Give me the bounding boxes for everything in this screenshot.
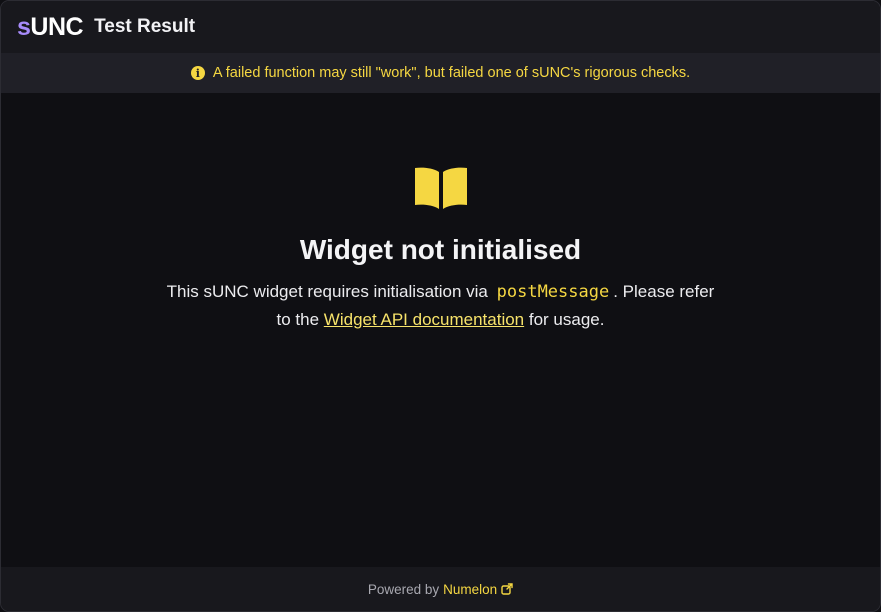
page-title: Test Result [94,16,196,37]
footer: Powered by Numelon [1,567,880,611]
logo-rest: UNC [30,12,84,41]
empty-state-description: This sUNC widget requires initialisation… [161,278,721,334]
widget-frame: sUNC Test Result i A failed function may… [0,0,881,612]
desc-text-1: This sUNC widget requires initialisation… [166,282,488,301]
empty-state-heading: Widget not initialised [299,234,582,265]
logo-prefix: s [17,12,31,41]
powered-by-label: Powered by [367,581,440,597]
sunc-logo: sUNC [17,12,84,42]
widget-api-docs-link[interactable]: Widget API documentation [324,310,524,329]
desc-text-3: for usage. [528,310,605,329]
book-open-icon [413,167,469,216]
main-content: Widget not initialised This sUNC widget … [1,93,880,567]
notice-text: A failed function may still "work", but … [212,65,691,81]
notice-banner: i A failed function may still "work", bu… [1,53,880,93]
external-link-icon[interactable] [501,583,513,595]
post-message-code: postMessage [496,282,610,302]
numelon-link[interactable]: Numelon [443,582,497,597]
header: sUNC Test Result [1,1,880,53]
info-icon: i [190,66,205,80]
